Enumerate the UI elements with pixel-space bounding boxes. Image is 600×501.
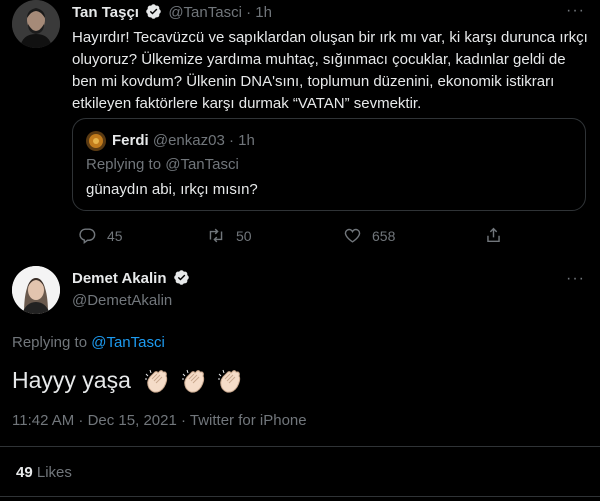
more-options-icon[interactable]: ··· [566,270,585,288]
retweet-icon [209,228,223,243]
likes-stat[interactable]: 49 Likes [16,464,72,482]
more-options-icon[interactable]: ··· [566,2,585,20]
replying-to-label: Replying to [12,334,88,351]
replying-to: Replying to @TanTasci [12,334,165,352]
verified-badge-icon [173,270,189,285]
quoted-display-name: Ferdi [112,132,149,149]
display-name[interactable]: Demet Akalin [72,270,166,287]
retweet-count: 50 [236,227,252,244]
tweet2-text-row: Hayyy yaşa [12,364,244,396]
likes-count: 49 [16,464,33,481]
clapping-hands-icon [181,369,204,393]
tweet2-name-row: Demet Akalin [72,270,190,288]
avatar-ferdi [86,131,106,151]
retweet-button[interactable]: 50 [206,226,252,245]
heart-icon [344,228,361,243]
quoted-time: 1h [238,132,255,149]
clapping-hands-icon [145,369,168,393]
verified-badge-icon [146,4,161,19]
tweet1-header: Tan Taşçı @TanTasci · 1h [72,4,272,22]
like-button[interactable]: 658 [343,226,395,245]
like-count: 658 [372,227,396,244]
quoted-replying-to: Replying to @TanTasci [86,156,239,173]
handle[interactable]: @DemetAkalin [72,292,172,310]
divider [0,496,600,497]
reply-button[interactable]: 45 [78,226,123,245]
avatar-demet-akalin[interactable] [12,266,60,314]
reply-count: 45 [107,227,123,244]
handle[interactable]: @TanTasci [168,4,242,21]
share-button[interactable] [484,225,513,245]
avatar-tan-tasci[interactable] [12,0,60,48]
avatar-photo [12,0,60,48]
display-name[interactable]: Tan Taşçı [72,4,139,21]
timestamp[interactable]: 11:42 AM · Dec 15, 2021 · Twitter for iP… [12,412,307,430]
tweet-text: Hayyy yaşa [12,367,131,393]
likes-label: Likes [36,464,72,481]
quoted-text: günaydın abi, ırkçı mısın? [86,181,258,198]
divider [0,446,600,447]
tweet-text: Hayırdır! Tecavüzcü ve sapıklardan oluşa… [72,29,588,112]
separator: · [246,4,252,21]
avatar-photo [12,266,60,314]
quoted-handle: @enkaz03 [152,132,225,149]
avatar-photo [86,131,106,151]
reply-icon [79,228,96,245]
replying-to-handle[interactable]: @TanTasci [91,334,165,351]
quoted-header: Ferdi @enkaz03 · 1h [112,132,255,150]
clapping-hands-icon [218,369,241,393]
quoted-separator: · [228,132,234,149]
quoted-tweet-card[interactable]: Ferdi @enkaz03 · 1h Replying to @TanTasc… [72,118,586,211]
time[interactable]: 1h [255,4,272,21]
share-icon [487,227,500,243]
